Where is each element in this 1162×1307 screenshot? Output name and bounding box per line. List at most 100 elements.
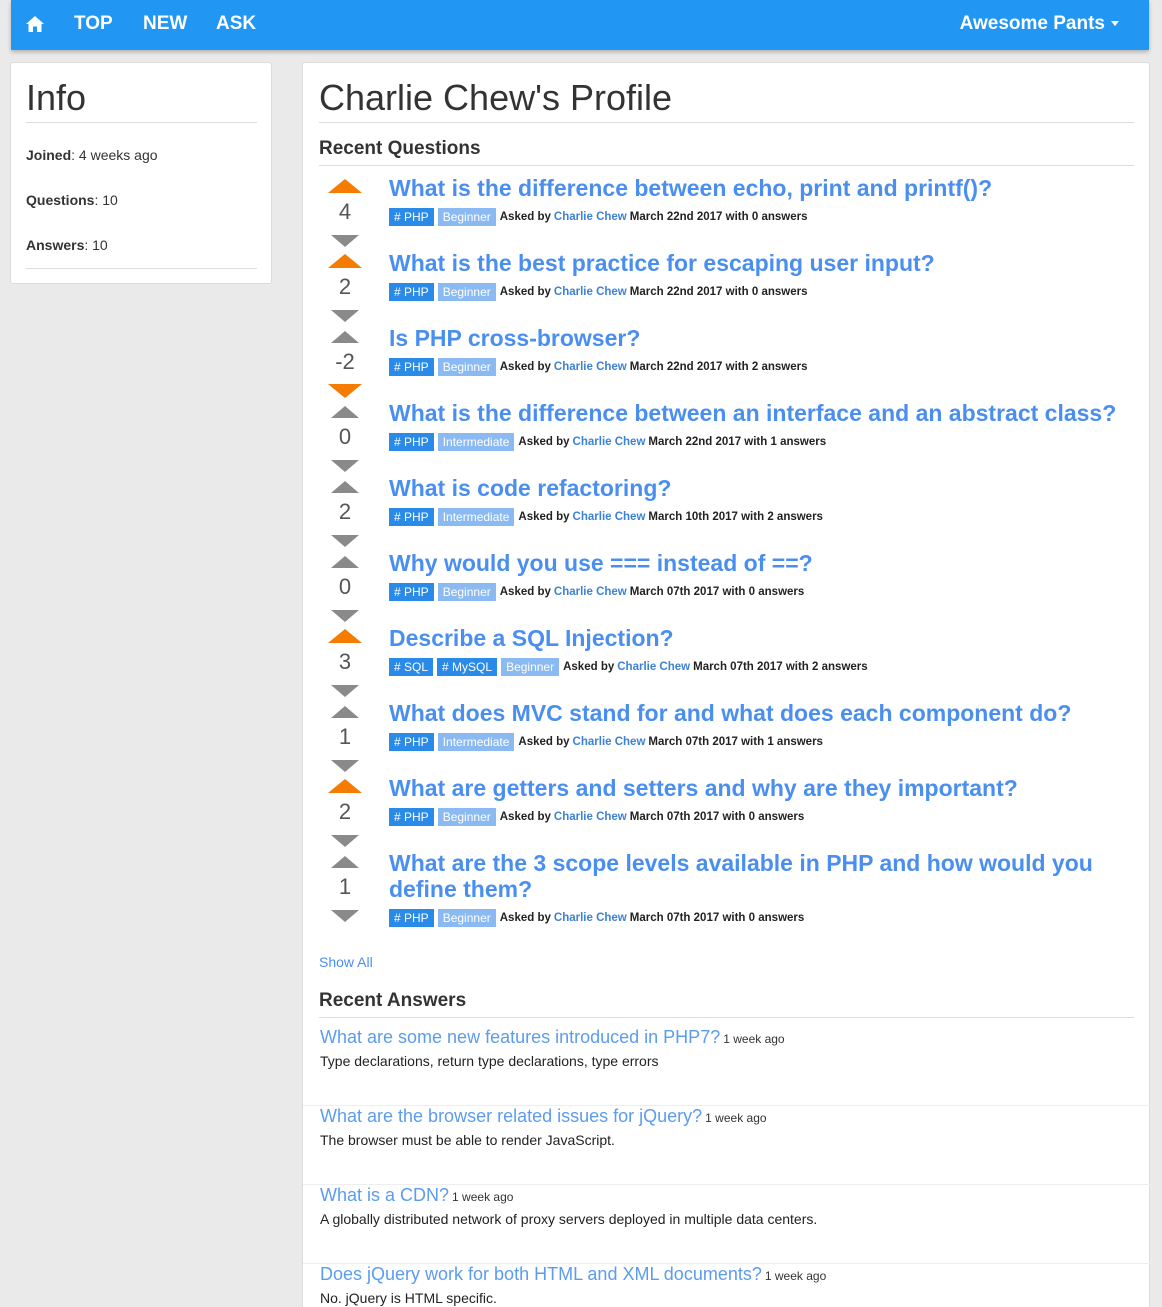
upvote-arrow-icon[interactable] bbox=[331, 556, 359, 568]
upvote-arrow-icon[interactable] bbox=[328, 254, 362, 268]
level-badge[interactable]: Beginner bbox=[437, 358, 496, 376]
upvote-arrow-icon[interactable] bbox=[331, 406, 359, 418]
recent-answers-heading: Recent Answers bbox=[319, 990, 467, 1011]
level-badge[interactable]: Intermediate bbox=[437, 508, 515, 526]
answer-question-title: What are the browser related issues for … bbox=[320, 1106, 703, 1126]
upvote-arrow-icon[interactable] bbox=[328, 179, 362, 193]
tag-badge[interactable]: # PHP bbox=[389, 508, 434, 526]
info-panel: Info Joined: 4 weeks ago Questions: 10 A… bbox=[10, 62, 272, 284]
tag-badge[interactable]: # SQL bbox=[389, 658, 434, 676]
downvote-arrow-icon[interactable] bbox=[331, 535, 359, 547]
nav-new[interactable]: NEW bbox=[143, 13, 187, 35]
with-label: with bbox=[741, 736, 765, 748]
vote-count: 1 bbox=[338, 724, 352, 749]
upvote-arrow-icon[interactable] bbox=[328, 779, 362, 793]
author-link[interactable]: Charlie Chew bbox=[554, 286, 627, 298]
answer-question-link[interactable]: What are the browser related issues for … bbox=[320, 1106, 767, 1127]
downvote-arrow-icon[interactable] bbox=[331, 760, 359, 772]
question-title-link[interactable]: Describe a SQL Injection? bbox=[389, 625, 1129, 651]
level-badge[interactable]: Beginner bbox=[437, 208, 496, 226]
downvote-arrow-icon[interactable] bbox=[331, 235, 359, 247]
user-menu[interactable]: Awesome Pants bbox=[960, 13, 1119, 35]
nav-ask[interactable]: ASK bbox=[216, 13, 256, 35]
question-title-link[interactable]: Is PHP cross-browser? bbox=[389, 325, 1129, 351]
level-badge[interactable]: Intermediate bbox=[437, 733, 515, 751]
show-all-link[interactable]: Show All bbox=[319, 954, 373, 970]
downvote-arrow-icon[interactable] bbox=[331, 910, 359, 922]
tag-label: PHP bbox=[404, 911, 429, 925]
level-badge[interactable]: Beginner bbox=[501, 658, 560, 676]
author-link[interactable]: Charlie Chew bbox=[573, 436, 646, 448]
question-title-link[interactable]: What is the difference between an interf… bbox=[389, 400, 1129, 426]
author-link[interactable]: Charlie Chew bbox=[554, 912, 627, 924]
level-badge[interactable]: Beginner bbox=[437, 909, 496, 927]
upvote-arrow-icon[interactable] bbox=[331, 856, 359, 868]
tag-label: PHP bbox=[404, 210, 429, 224]
answer-count: 0 bbox=[751, 211, 759, 223]
upvote-arrow-icon[interactable] bbox=[331, 706, 359, 718]
level-badge[interactable]: Intermediate bbox=[437, 433, 515, 451]
answer-question-link[interactable]: Does jQuery work for both HTML and XML d… bbox=[320, 1264, 826, 1285]
author-link[interactable]: Charlie Chew bbox=[573, 736, 646, 748]
downvote-arrow-icon[interactable] bbox=[331, 460, 359, 472]
question-title-link[interactable]: Why would you use === instead of ==? bbox=[389, 550, 1129, 576]
author-link[interactable]: Charlie Chew bbox=[554, 811, 627, 823]
level-badge[interactable]: Beginner bbox=[437, 808, 496, 826]
tag-badge[interactable]: # PHP bbox=[389, 433, 434, 451]
vote-count: 4 bbox=[338, 199, 352, 224]
question-title-link[interactable]: What does MVC stand for and what does ea… bbox=[389, 700, 1129, 726]
downvote-arrow-icon[interactable] bbox=[328, 384, 362, 398]
downvote-arrow-icon[interactable] bbox=[331, 610, 359, 622]
tag-badge[interactable]: # PHP bbox=[389, 909, 434, 927]
answer-count: 0 bbox=[751, 286, 759, 298]
answer-question-title: What is a CDN? bbox=[320, 1185, 450, 1205]
question-title-link[interactable]: What are getters and setters and why are… bbox=[389, 775, 1129, 801]
question-title-link[interactable]: What is code refactoring? bbox=[389, 475, 1129, 501]
vote-control: 1 bbox=[325, 700, 365, 775]
with-label: with bbox=[722, 912, 746, 924]
downvote-arrow-icon[interactable] bbox=[331, 685, 359, 697]
author-link[interactable]: Charlie Chew bbox=[617, 661, 690, 673]
question-title-link[interactable]: What is the difference between echo, pri… bbox=[389, 175, 1129, 201]
level-badge[interactable]: Beginner bbox=[437, 283, 496, 301]
downvote-arrow-icon[interactable] bbox=[331, 835, 359, 847]
upvote-arrow-icon[interactable] bbox=[331, 481, 359, 493]
asked-by-label: Asked by bbox=[563, 661, 615, 673]
divider bbox=[26, 268, 257, 269]
upvote-arrow-icon[interactable] bbox=[331, 331, 359, 343]
nav-top[interactable]: TOP bbox=[74, 13, 113, 35]
user-name: Awesome Pants bbox=[959, 13, 1105, 34]
tag-badge[interactable]: # MySQL bbox=[437, 658, 498, 676]
tag-badge[interactable]: # PHP bbox=[389, 208, 434, 226]
tag-label: PHP bbox=[404, 585, 429, 599]
level-badge[interactable]: Beginner bbox=[437, 583, 496, 601]
tag-badge[interactable]: # PHP bbox=[389, 283, 434, 301]
info-label: Questions bbox=[26, 192, 95, 208]
upvote-arrow-icon[interactable] bbox=[328, 629, 362, 643]
vote-control: -2 bbox=[325, 325, 365, 400]
downvote-arrow-icon[interactable] bbox=[331, 310, 359, 322]
author-link[interactable]: Charlie Chew bbox=[554, 361, 627, 373]
answer-question-link[interactable]: What are some new features introduced in… bbox=[320, 1027, 785, 1048]
tag-badge[interactable]: # PHP bbox=[389, 733, 434, 751]
vote-count: 0 bbox=[338, 424, 352, 449]
hashtag-icon: # bbox=[394, 810, 405, 824]
home-icon[interactable] bbox=[25, 14, 45, 34]
author-link[interactable]: Charlie Chew bbox=[573, 511, 646, 523]
answer-question-link[interactable]: What is a CDN? 1 week ago bbox=[320, 1185, 513, 1206]
question-title-link[interactable]: What is the best practice for escaping u… bbox=[389, 250, 1129, 276]
tag-badge[interactable]: # PHP bbox=[389, 808, 434, 826]
tag-badge[interactable]: # PHP bbox=[389, 358, 434, 376]
answers-label: answers bbox=[761, 286, 808, 298]
author-link[interactable]: Charlie Chew bbox=[554, 586, 627, 598]
question-title-link[interactable]: What are the 3 scope levels available in… bbox=[389, 850, 1129, 902]
tag-label: PHP bbox=[404, 360, 429, 374]
hashtag-icon: # bbox=[394, 911, 405, 925]
hashtag-icon: # bbox=[394, 510, 405, 524]
author-link[interactable]: Charlie Chew bbox=[554, 211, 627, 223]
answer-text: No. jQuery is HTML specific. bbox=[320, 1290, 497, 1306]
asked-by-label: Asked by bbox=[499, 912, 551, 924]
tag-badge[interactable]: # PHP bbox=[389, 583, 434, 601]
vote-count: 1 bbox=[338, 874, 352, 899]
answer-count: 1 bbox=[770, 436, 777, 448]
